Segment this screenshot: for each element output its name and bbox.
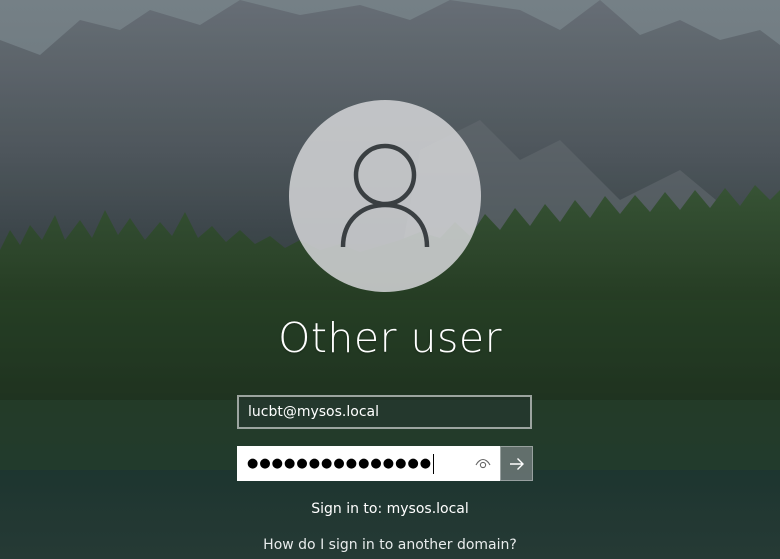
user-name: Other user [278, 314, 502, 362]
eye-icon[interactable] [474, 456, 492, 472]
submit-button[interactable] [500, 446, 533, 481]
password-row: ●●●●●●●●●●●●●●● [237, 446, 533, 481]
other-domain-link[interactable]: How do I sign in to another domain? [0, 535, 780, 555]
username-field[interactable]: lucbt@mysos.local [237, 395, 532, 429]
lock-screen: Other user lucbt@mysos.local ●●●●●●●●●●●… [0, 0, 780, 559]
user-silhouette-icon [340, 143, 430, 248]
user-avatar [289, 100, 481, 292]
arrow-right-icon [509, 457, 524, 470]
password-dots: ●●●●●●●●●●●●●●● [247, 456, 433, 471]
text-caret [433, 453, 435, 474]
sign-in-domain-text: Sign in to: mysos.local [311, 501, 469, 517]
password-field[interactable]: ●●●●●●●●●●●●●●● [237, 446, 500, 481]
